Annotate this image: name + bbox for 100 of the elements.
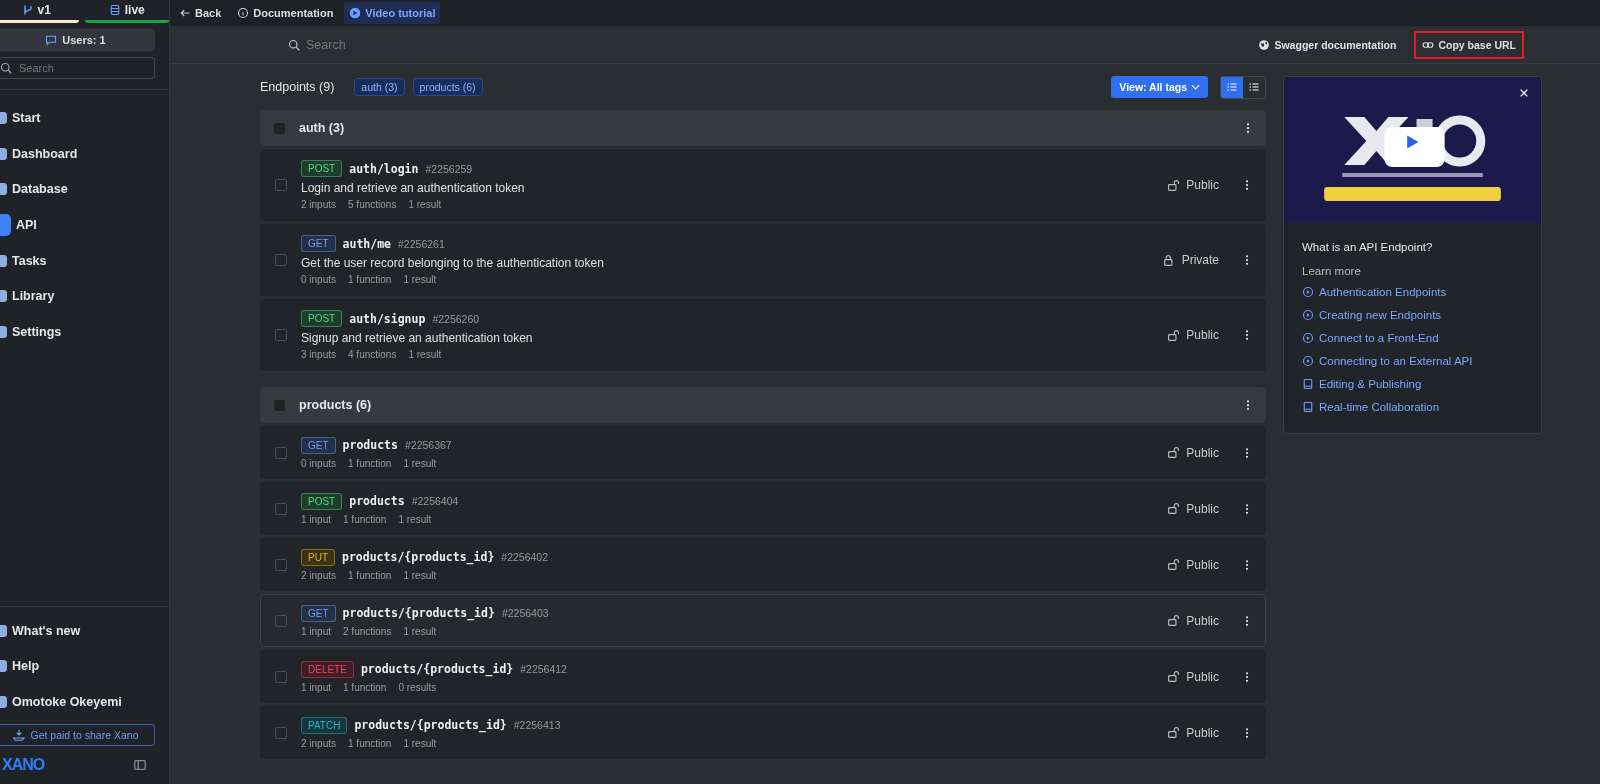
method-badge: POST	[301, 160, 343, 177]
search-field[interactable]: Search	[288, 33, 506, 56]
endpoint-stat: 1 function	[348, 569, 392, 581]
method-badge: GET	[301, 436, 336, 454]
close-icon[interactable]	[1519, 88, 1529, 98]
method-badge: PATCH	[301, 716, 348, 734]
endpoint-row[interactable]: DELETE products/{products_id} #2256412 1 input 1 function 0 results Public	[260, 650, 1266, 703]
nav-item[interactable]: Settings	[0, 314, 169, 350]
nav-item[interactable]: Omotoke Okeyemi	[0, 684, 169, 720]
endpoint-row[interactable]: GET products #2256367 0 inputs 1 function 1 result Public	[260, 426, 1266, 479]
endpoint-path: auth/me	[342, 236, 392, 251]
endpoint-path: products/{products_id}	[342, 606, 495, 620]
endpoint-row[interactable]: POST auth/signup #2256260 Signup and retrieve an authentication token 3 inputs 4 functions 1 result Public	[260, 299, 1266, 371]
play-icon[interactable]	[1404, 134, 1420, 150]
search-field[interactable]: Search	[0, 57, 155, 79]
endpoint-row[interactable]: POST auth/login #2256259 Login and retrieve an authentication token 2 inputs 5 functions 1 result Public	[260, 149, 1266, 221]
endpoint-description: Signup and retrieve an authentication token	[301, 331, 534, 345]
more-icon[interactable]	[1245, 179, 1249, 191]
endpoint-stat: 4 functions	[348, 349, 397, 360]
tag-filter[interactable]: auth (3)	[354, 78, 405, 96]
checkbox[interactable]	[275, 446, 287, 459]
nav-item[interactable]: What's new	[0, 612, 169, 649]
checkbox[interactable]	[275, 726, 287, 739]
play-circle-icon	[1302, 354, 1314, 367]
endpoint-stat: 2 inputs	[301, 737, 337, 749]
more-icon[interactable]	[1245, 329, 1249, 341]
method-badge: POST	[301, 492, 343, 510]
endpoint-stat: 1 input	[301, 681, 332, 693]
nav-item[interactable]: Database	[0, 171, 169, 208]
tag-filter[interactable]: products (6)	[412, 78, 483, 96]
endpoint-row[interactable]: PATCH products/{products_id} #2256413 2 inputs 1 function 1 result Public	[260, 706, 1266, 759]
checkbox[interactable]	[275, 558, 287, 571]
endpoint-stat: 1 input	[301, 513, 332, 525]
endpoint-id: #2256402	[501, 551, 549, 563]
nav-item[interactable]: Tasks	[0, 242, 169, 279]
promo-button[interactable]: Get paid to share Xano	[0, 724, 155, 746]
tutorial-link[interactable]: Authentication Endpoints	[1302, 283, 1523, 300]
endpoint-id: #2256412	[520, 663, 567, 675]
tutorial-link[interactable]: Connecting to an External API	[1302, 352, 1523, 369]
endpoint-stat: 1 function	[343, 513, 387, 525]
endpoint-path: products/{products_id}	[360, 662, 514, 676]
access-label: Public	[1186, 613, 1219, 628]
nav-item[interactable]: API	[0, 207, 169, 243]
tutorial-link[interactable]: Real-time Collaboration	[1302, 398, 1523, 415]
checkbox[interactable]	[274, 399, 285, 411]
top-tab[interactable]: Back	[174, 2, 227, 24]
more-icon[interactable]	[1245, 614, 1249, 627]
endpoint-stat: 1 result	[398, 513, 432, 525]
endpoint-stat: 1 result	[408, 199, 442, 210]
nav-item[interactable]: Dashboard	[0, 135, 169, 172]
endpoint-stat: 1 input	[301, 625, 332, 637]
nav-item[interactable]: Help	[0, 648, 169, 685]
tutorial-link[interactable]: Editing & Publishing	[1302, 375, 1523, 392]
more-icon[interactable]	[1245, 670, 1249, 683]
nav-item[interactable]: Start	[0, 100, 169, 136]
method-badge: GET	[301, 235, 336, 252]
access-label: Public	[1186, 178, 1219, 192]
access-label: Public	[1186, 725, 1219, 740]
view-dropdown[interactable]: View: All tags	[1111, 76, 1208, 98]
endpoint-stat: 3 inputs	[301, 349, 337, 360]
access-label: Public	[1186, 445, 1219, 460]
access-label: Public	[1186, 328, 1219, 342]
checkbox[interactable]	[275, 614, 287, 627]
more-icon[interactable]	[1245, 558, 1249, 571]
checkbox[interactable]	[274, 122, 285, 134]
group-header[interactable]: auth (3)	[260, 110, 1266, 146]
group-header[interactable]: products (6)	[260, 387, 1266, 423]
users-button[interactable]: Users: 1	[0, 29, 155, 51]
endpoint-row[interactable]: POST products #2256404 1 input 1 function 1 result Public	[260, 482, 1266, 535]
tutorial-link[interactable]: Creating new Endpoints	[1302, 306, 1523, 323]
more-icon[interactable]	[1246, 122, 1250, 134]
top-tab[interactable]: Documentation	[232, 2, 339, 24]
logo: XANO	[2, 756, 45, 774]
grouped-list-button[interactable]	[1221, 76, 1243, 98]
checkbox[interactable]	[275, 502, 287, 515]
endpoint-row[interactable]: GET auth/me #2256261 Get the user record belonging to the authentication token 0 inputs 1 function 1 result Private	[260, 224, 1266, 296]
book-icon	[1302, 377, 1314, 390]
checkbox[interactable]	[275, 670, 287, 683]
checkbox[interactable]	[275, 329, 287, 341]
header-link[interactable]: Copy base URL	[1414, 30, 1524, 59]
top-tab[interactable]: Video tutorial	[344, 2, 441, 24]
endpoint-id: #2256367	[404, 439, 452, 451]
header-link[interactable]: Swagger documentation	[1250, 30, 1405, 59]
endpoint-row[interactable]: GET products/{products_id} #2256403 1 input 2 functions 1 result Public	[260, 594, 1266, 647]
more-icon[interactable]	[1245, 254, 1249, 266]
sidebar-toggle-icon[interactable]	[133, 758, 147, 772]
tutorial-link[interactable]: Connect to a Front-End	[1302, 329, 1523, 346]
more-icon[interactable]	[1245, 726, 1249, 739]
play-circle-icon	[1302, 308, 1314, 321]
more-icon[interactable]	[1245, 446, 1249, 459]
access-label: Public	[1186, 557, 1219, 572]
checkbox[interactable]	[275, 179, 287, 191]
endpoint-stat: 1 result	[403, 569, 437, 581]
checkbox[interactable]	[275, 254, 287, 266]
branch-tab[interactable]: v1	[0, 0, 79, 23]
endpoint-row[interactable]: PUT products/{products_id} #2256402 2 inputs 1 function 1 result Public	[260, 538, 1266, 591]
nav-item[interactable]: Library	[0, 278, 169, 315]
more-icon[interactable]	[1245, 502, 1249, 515]
more-icon[interactable]	[1246, 399, 1250, 411]
endpoint-stat: 1 function	[348, 737, 392, 749]
